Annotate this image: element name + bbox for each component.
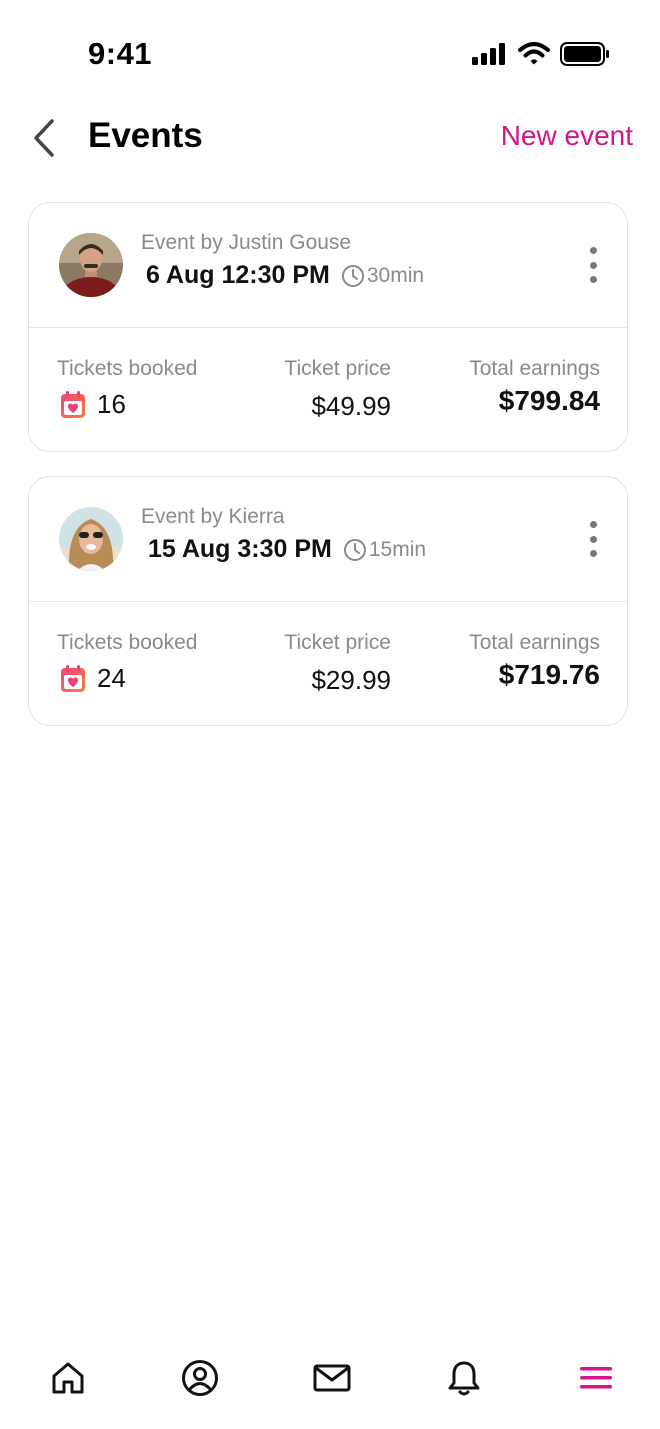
back-button[interactable] [26, 116, 62, 160]
chevron-left-icon [34, 119, 54, 157]
ticket-price-label: Ticket price [284, 357, 391, 380]
host-avatar [59, 233, 123, 297]
calendar-heart-icon [61, 390, 85, 418]
event-host: Event by Kierra [141, 505, 285, 528]
ticket-price-label: Ticket price [284, 631, 391, 654]
mail-icon [313, 1364, 351, 1392]
event-card[interactable]: Event by Kierra 15 Aug 3:30 PM 15min Tic… [28, 476, 628, 726]
tickets-booked-value: 16 [97, 389, 126, 419]
clock-icon [341, 264, 365, 288]
event-card[interactable]: Event by Justin Gouse 6 Aug 12:30 PM 30m… [28, 202, 628, 452]
tickets-booked: 16 [59, 389, 126, 420]
calendar-heart-icon [61, 664, 85, 692]
host-avatar [59, 507, 123, 571]
status-bar: 9:41 [0, 0, 660, 110]
ticket-price-value: $29.99 [311, 665, 391, 695]
ticket-price-value: $49.99 [311, 391, 391, 421]
event-datetime-row: 6 Aug 12:30 PM 30min [146, 261, 424, 290]
event-datetime-row: 15 Aug 3:30 PM 15min [148, 535, 426, 564]
clock-icon [343, 538, 367, 562]
dot [589, 550, 597, 557]
wifi-icon [518, 42, 550, 65]
total-earnings-label: Total earnings [469, 631, 600, 654]
nav-notifications[interactable] [444, 1358, 484, 1398]
tickets-booked-value: 24 [97, 663, 126, 693]
battery-icon [560, 42, 609, 66]
nav-profile[interactable] [180, 1358, 220, 1398]
event-duration: 15min [368, 537, 427, 561]
nav-mail[interactable] [312, 1358, 352, 1398]
tickets-booked-label: Tickets booked [57, 357, 198, 380]
new-event-button[interactable]: New event [501, 120, 633, 152]
bell-icon [448, 1361, 480, 1396]
event-card-header: Event by Kierra 15 Aug 3:30 PM 15min [29, 477, 627, 602]
nav-home[interactable] [48, 1358, 88, 1398]
total-earnings-value: $799.84 [498, 385, 600, 416]
tickets-booked: 24 [59, 663, 126, 694]
event-duration: 30min [366, 263, 425, 287]
home-icon [52, 1362, 84, 1394]
dot [589, 276, 597, 283]
event-host: Event by Justin Gouse [141, 231, 352, 254]
bottom-nav [0, 1340, 660, 1420]
tickets-booked-label: Tickets booked [57, 631, 198, 654]
more-options-button[interactable] [581, 521, 605, 557]
profile-icon [182, 1360, 218, 1396]
total-earnings-label: Total earnings [469, 357, 600, 380]
dot [589, 535, 597, 543]
event-date-time: 6 Aug 12:30 PM [146, 261, 330, 289]
more-options-button[interactable] [581, 247, 605, 283]
total-earnings-value: $719.76 [498, 659, 600, 690]
status-icons [472, 42, 610, 66]
status-time: 9:41 [88, 36, 153, 71]
menu-icon [580, 1367, 612, 1389]
event-card-header: Event by Justin Gouse 6 Aug 12:30 PM 30m… [29, 203, 627, 328]
nav-menu[interactable] [576, 1358, 616, 1398]
page-title: Events [88, 116, 203, 155]
header: Events New event [0, 100, 660, 176]
cellular-signal-icon [472, 43, 505, 65]
dot [589, 247, 597, 254]
dot [589, 521, 597, 528]
dot [589, 261, 597, 269]
event-date-time: 15 Aug 3:30 PM [148, 535, 332, 563]
